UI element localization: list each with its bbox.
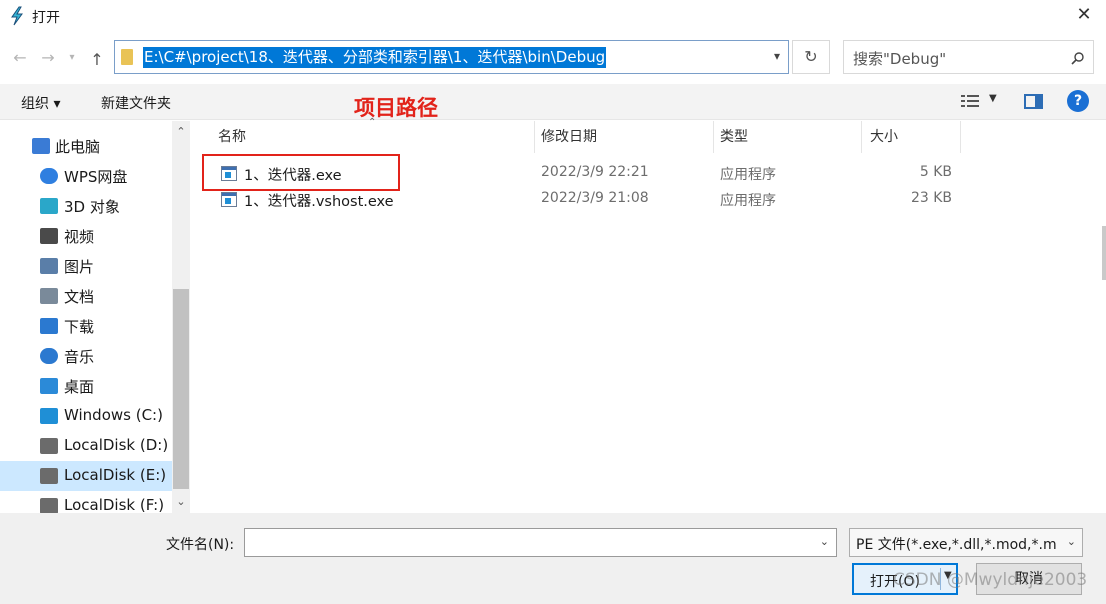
sidebar-item[interactable]: 3D 对象 <box>0 191 172 221</box>
column-header-size[interactable]: 大小 <box>870 121 898 153</box>
sidebar-item-label: Windows (C:) <box>64 406 163 424</box>
close-icon[interactable]: ✕ <box>1074 5 1094 25</box>
sidebar-item[interactable]: 文档 <box>0 281 172 311</box>
file-size: 23 KB <box>910 190 952 206</box>
sidebar-item[interactable]: 音乐 <box>0 341 172 371</box>
picture-icon <box>40 258 58 274</box>
music-icon <box>40 348 58 364</box>
drive-icon <box>40 498 58 513</box>
file-date: 2022/3/9 22:21 <box>541 164 649 180</box>
view-options-icon[interactable] <box>961 94 981 108</box>
column-divider[interactable] <box>861 121 862 153</box>
drive-icon <box>40 438 58 454</box>
file-date: 2022/3/9 21:08 <box>541 190 649 206</box>
column-header-date[interactable]: 修改日期 <box>541 121 597 153</box>
sidebar-item[interactable]: Windows (C:) <box>0 401 172 431</box>
highlight-annotation-box <box>202 154 400 191</box>
search-icon <box>1071 52 1084 65</box>
scrollbar-thumb[interactable] <box>173 289 189 489</box>
sidebar-item-label: LocalDisk (D:) <box>64 436 169 454</box>
file-size: 5 KB <box>919 164 952 180</box>
filetype-value[interactable]: PE 文件(*.exe,*.dll,*.mod,*.m <box>856 534 1061 554</box>
sidebar-item[interactable]: LocalDisk (F:) <box>0 491 172 513</box>
filename-input[interactable]: ⌄ <box>244 528 837 557</box>
title-bar: 打开 ✕ <box>0 0 1106 34</box>
help-icon[interactable]: ? <box>1067 90 1089 112</box>
forward-arrow-icon[interactable]: → <box>38 48 58 68</box>
app-lightning-icon <box>11 6 23 26</box>
navigation-bar: ← → ▾ ↑ E:\C#\project\18、迭代器、分部类和索引器\1、迭… <box>0 34 1106 84</box>
exe-file-icon <box>221 192 237 207</box>
sidebar-item-label: 图片 <box>64 258 95 276</box>
desktop-icon <box>40 378 58 394</box>
sidebar-item-label: LocalDisk (E:) <box>64 466 167 484</box>
watermark: CSDN @Mwyldnje2003 <box>893 570 1088 590</box>
document-icon <box>40 288 58 304</box>
sidebar-item-label: 音乐 <box>64 348 95 366</box>
sidebar-item[interactable]: 桌面 <box>0 371 172 401</box>
folder-icon <box>121 49 133 65</box>
annotation-label: 项目路径 <box>354 96 438 120</box>
file-type: 应用程序 <box>720 193 776 209</box>
sidebar-item[interactable]: 此电脑 <box>0 131 172 161</box>
scroll-up-icon[interactable]: ⌃ <box>172 123 190 141</box>
cube-icon <box>40 198 58 214</box>
navigation-pane: 此电脑 WPS网盘 3D 对象视频图片文档下载音乐桌面 Windows (C:) Loc… <box>0 121 172 513</box>
column-divider[interactable] <box>713 121 714 153</box>
content-scrollbar-thumb[interactable] <box>1102 226 1106 280</box>
chevron-down-icon[interactable]: ▾ <box>774 49 780 63</box>
file-type: 应用程序 <box>720 167 776 183</box>
sidebar-item[interactable]: LocalDisk (D:) <box>0 431 172 461</box>
column-header-type[interactable]: 类型 <box>720 121 748 153</box>
scroll-down-icon[interactable]: ⌄ <box>172 493 190 511</box>
sidebar-item[interactable]: 视频 <box>0 221 172 251</box>
window-title: 打开 <box>32 10 60 26</box>
chevron-down-icon[interactable]: ⌄ <box>1067 535 1076 548</box>
column-divider[interactable] <box>960 121 961 153</box>
sidebar-item-label: 下载 <box>64 318 95 336</box>
column-header-name[interactable]: 名称 <box>218 121 246 153</box>
file-name[interactable]: 1、迭代器.vshost.exe <box>244 190 394 211</box>
sidebar-item-label: WPS网盘 <box>64 168 128 186</box>
sidebar-item-label: 桌面 <box>64 378 95 396</box>
sidebar-item-label: 3D 对象 <box>64 198 120 216</box>
download-icon <box>40 318 58 334</box>
address-path[interactable]: E:\C#\project\18、迭代器、分部类和索引器\1、迭代器\bin\D… <box>143 47 607 68</box>
filetype-select[interactable]: PE 文件(*.exe,*.dll,*.mod,*.m ⌄ <box>849 528 1083 557</box>
preview-pane-icon[interactable] <box>1024 94 1043 109</box>
sidebar-item-label: 视频 <box>64 228 95 246</box>
search-box[interactable]: 搜索"Debug" <box>843 40 1094 74</box>
computer-icon <box>32 138 50 154</box>
sidebar-item-label: LocalDisk (F:) <box>64 496 165 513</box>
refresh-button[interactable]: ↻ <box>792 40 830 74</box>
sidebar-item-label: 文档 <box>64 288 95 306</box>
sidebar-item[interactable]: 图片 <box>0 251 172 281</box>
cloud-icon <box>40 168 58 184</box>
sort-caret-icon: ⌃ <box>368 117 377 128</box>
sidebar-item[interactable]: LocalDisk (E:) <box>0 461 172 491</box>
filename-label: 文件名(N): <box>166 537 235 553</box>
address-bar[interactable]: E:\C#\project\18、迭代器、分部类和索引器\1、迭代器\bin\D… <box>114 40 789 74</box>
new-folder-button[interactable]: 新建文件夹 <box>101 93 171 113</box>
navigation-scrollbar[interactable]: ⌃ ⌄ <box>172 121 190 513</box>
drive-icon <box>40 468 58 484</box>
search-placeholder: 搜索"Debug" <box>853 50 947 68</box>
windows-drive-icon <box>40 408 58 424</box>
file-dialog-footer: 文件名(N): ⌄ PE 文件(*.exe,*.dll,*.mod,*.m ⌄ … <box>0 513 1106 604</box>
recent-locations-chevron-icon[interactable]: ▾ <box>62 48 82 68</box>
back-arrow-icon[interactable]: ← <box>10 48 30 68</box>
sidebar-item[interactable]: 下载 <box>0 311 172 341</box>
chevron-down-icon[interactable]: ⌄ <box>820 535 829 548</box>
sidebar-item-label: 此电脑 <box>55 138 101 156</box>
film-icon <box>40 228 58 244</box>
up-arrow-icon[interactable]: ↑ <box>87 50 107 70</box>
sidebar-item[interactable]: WPS网盘 <box>0 161 172 191</box>
organize-menu[interactable]: 组织 ▾ <box>21 93 60 113</box>
view-dropdown-chevron-icon[interactable]: ▼ <box>989 93 997 104</box>
column-divider[interactable] <box>534 121 535 153</box>
command-toolbar: 组织 ▾ 新建文件夹 ▼ ? <box>0 84 1106 120</box>
